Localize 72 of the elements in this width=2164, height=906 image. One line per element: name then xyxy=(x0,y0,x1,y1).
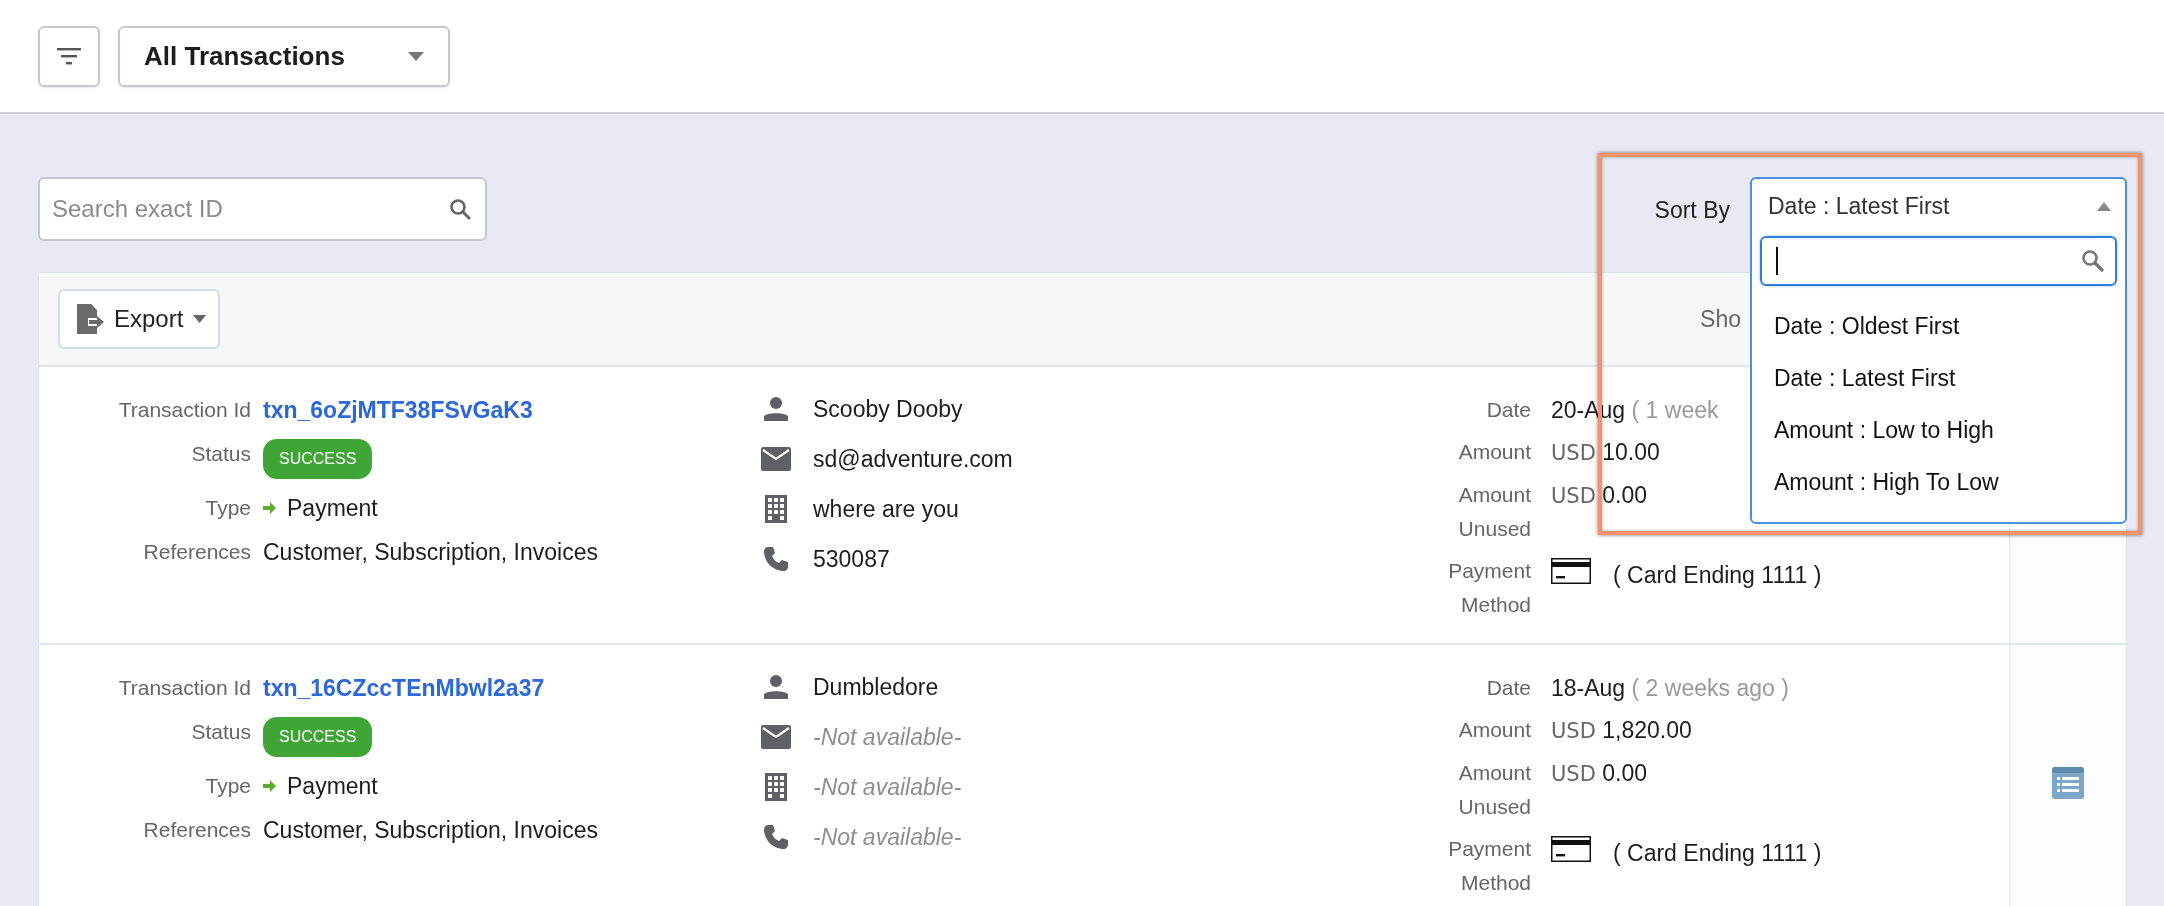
export-icon xyxy=(76,304,104,334)
field-label: Payment Method xyxy=(1447,836,1531,896)
filter-icon xyxy=(56,46,82,66)
field-value: Customer, Subscription, Invoices xyxy=(263,538,599,567)
amount-value: 1,820.00 xyxy=(1602,717,1692,743)
caret-icon xyxy=(408,51,424,61)
dropdown-option[interactable]: Date : Oldest First xyxy=(1752,300,2125,352)
field-label: Date xyxy=(1485,397,1531,423)
showing-text: Sho xyxy=(1700,305,1741,333)
field-label: Transaction Id xyxy=(117,397,251,423)
field-value: Customer, Subscription, Invoices xyxy=(263,816,599,845)
date-value: 18-Aug xyxy=(1551,675,1626,701)
status-badge: SUCCESS xyxy=(263,717,373,757)
caret-icon xyxy=(193,315,207,323)
field-label: Amount xyxy=(1457,439,1531,465)
export-button[interactable]: Export xyxy=(58,289,221,349)
credit-card-icon xyxy=(1551,558,1591,584)
payment-method-text: ( Card Ending 1111 ) xyxy=(1613,561,1822,590)
relative-date: ( 2 weeks ago ) xyxy=(1631,675,1789,701)
amount-value: 10.00 xyxy=(1602,439,1660,465)
amount-value: 0.00 xyxy=(1602,760,1648,786)
field-label: References xyxy=(142,817,251,843)
dropdown-search-field[interactable] xyxy=(1760,236,2117,286)
field-label: Amount Unused xyxy=(1457,760,1531,820)
envelope-icon xyxy=(759,725,793,749)
currency-code: USD xyxy=(1551,441,1596,465)
contact-text: Scooby Dooby xyxy=(813,395,963,423)
contact-text: -Not available- xyxy=(813,723,962,751)
status-badge: SUCCESS xyxy=(263,439,373,479)
field-label: References xyxy=(142,539,251,565)
sort-value: Date : Latest First xyxy=(1768,193,1950,220)
envelope-icon xyxy=(759,447,793,471)
dropdown-option[interactable]: Date : Latest First xyxy=(1752,352,2125,404)
transaction-link[interactable]: txn_16CZccTEnMbwl2a37 xyxy=(263,673,545,703)
field-label: Amount xyxy=(1457,717,1531,743)
transaction-link[interactable]: txn_6oZjMTF38FSvGaK3 xyxy=(263,395,533,425)
field-label: Date xyxy=(1485,675,1531,701)
currency-code: USD xyxy=(1551,719,1596,743)
field-label: Type xyxy=(204,773,251,799)
view-dropdown[interactable]: All Transactions xyxy=(118,25,450,87)
credit-card-icon xyxy=(1551,836,1591,862)
sort-label: Sort By xyxy=(1654,197,1730,224)
field-label: Status xyxy=(190,719,251,745)
field-label: Payment Method xyxy=(1447,558,1531,618)
caret-icon xyxy=(2097,202,2111,211)
contact-text: -Not available- xyxy=(813,773,962,801)
dropdown-option[interactable]: Amount : Low to High xyxy=(1752,404,2125,456)
field-label: Status xyxy=(190,441,251,467)
contact-text: -Not available- xyxy=(813,823,962,851)
relative-date: ( 1 week xyxy=(1631,397,1719,423)
field-value: Payment xyxy=(287,494,378,523)
field-value: Payment xyxy=(287,772,378,801)
search-field[interactable]: Search exact ID xyxy=(38,177,487,241)
contact-text: where are you xyxy=(813,495,959,523)
filter-button[interactable] xyxy=(38,25,100,87)
sort-dropdown[interactable]: Date : Latest First Date : Oldest First Date : Latest First Amount : Low to High Amount : High To Low xyxy=(1750,177,2127,524)
contact-text: sd@adventure.com xyxy=(813,445,1013,473)
search-icon xyxy=(2081,249,2105,273)
currency-code: USD xyxy=(1551,762,1596,786)
field-label: Type xyxy=(204,495,251,521)
contact-text: Dumbledore xyxy=(813,673,939,701)
field-label: Transaction Id xyxy=(117,675,251,701)
arrow-icon xyxy=(263,501,277,515)
arrow-icon xyxy=(263,779,277,793)
amount-value: 0.00 xyxy=(1602,482,1648,508)
field-label: Amount Unused xyxy=(1457,482,1531,542)
dropdown-option[interactable]: Amount : High To Low xyxy=(1752,456,2125,508)
currency-code: USD xyxy=(1551,484,1596,508)
list-icon[interactable] xyxy=(2051,766,2085,800)
search-icon xyxy=(449,198,471,220)
contact-text: 530087 xyxy=(813,545,890,573)
payment-method-text: ( Card Ending 1111 ) xyxy=(1613,839,1822,868)
